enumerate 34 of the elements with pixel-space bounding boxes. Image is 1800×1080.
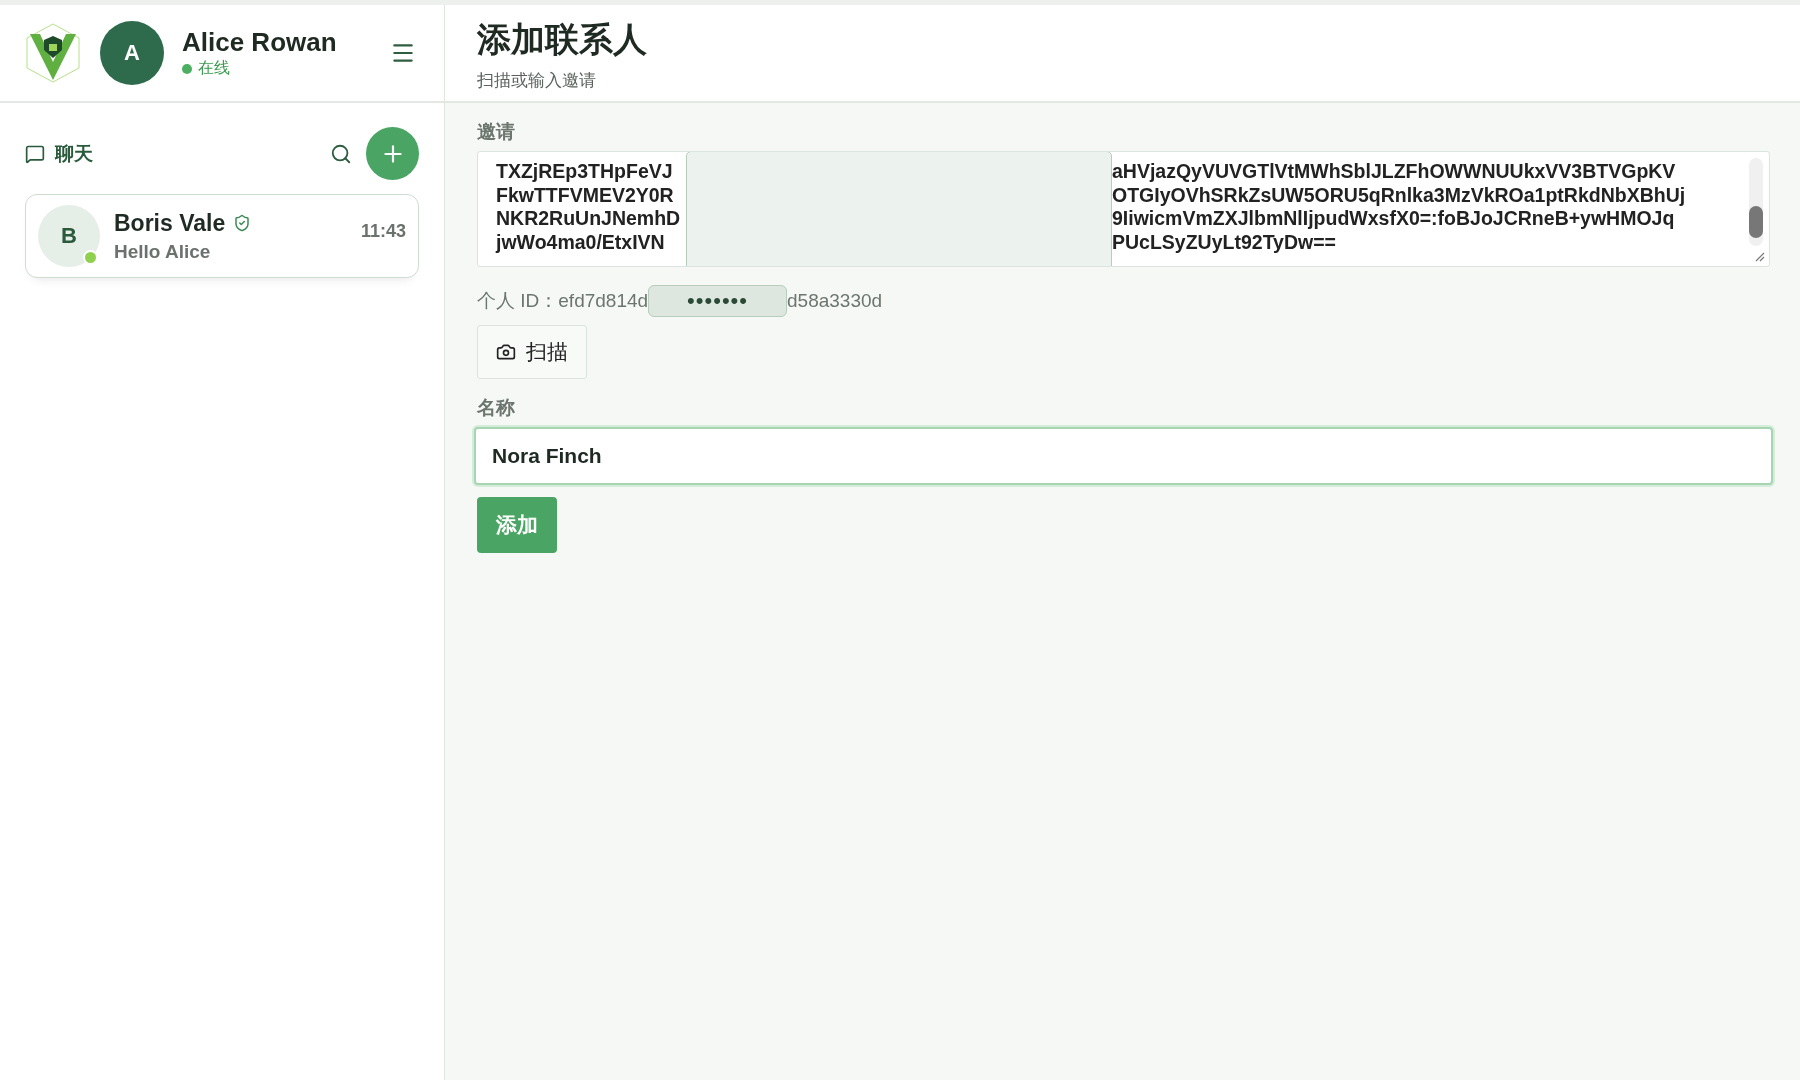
invite-text: NKR2RuUnJNemhD: [496, 207, 682, 231]
name-field[interactable]: Nora Finch: [474, 427, 1773, 485]
invite-text: FkwTTFVMEV2Y0R: [496, 183, 675, 207]
shield-logo-icon: [24, 22, 82, 84]
scrollbar-thumb[interactable]: [1749, 206, 1763, 238]
invite-text: aHVjazQyVUVGTlVtMWhSblJLZFhOWWNUUkxVV3BTVGpKV: [1112, 160, 1677, 184]
message-time: 11:43: [360, 221, 406, 242]
invite-text: 9IiwicmVmZXJlbmNlIjpudWxsfX0=:foBJoJCRneB+ywHMOJq: [1112, 207, 1676, 231]
contact-avatar: B: [38, 205, 100, 267]
status-text: 在线: [198, 58, 230, 78]
invite-text: TXZjREp3THpFeVJ: [496, 160, 674, 184]
search-icon: [330, 142, 352, 165]
section-title: 聊天: [55, 141, 94, 166]
page-subtitle: 扫描或输入邀请: [477, 70, 597, 92]
personal-id-text: d58a3330d: [787, 290, 883, 312]
message-preview: Hello Alice: [114, 240, 212, 263]
resize-grip-icon[interactable]: [1753, 250, 1765, 262]
page-title: 添加联系人: [477, 19, 648, 60]
personal-id-text: 个人 ID：efd7d814d: [477, 289, 649, 313]
field-label: 名称: [477, 396, 515, 420]
invite-text: OTGIyOVhSRkZsUW5ORU5qRnlka3MzVkROa1ptRkdNbXBhUj: [1112, 183, 1686, 207]
field-label: 邀请: [477, 120, 515, 144]
camera-icon: [496, 342, 516, 362]
chat-bubble-icon: [25, 143, 45, 164]
invite-text: PUcLSyZUyLt92TyDw==: [1112, 230, 1337, 254]
invite-field[interactable]: [477, 151, 1770, 267]
scan-button[interactable]: 扫描: [477, 325, 587, 379]
contact-name: Boris Vale: [114, 209, 226, 237]
user-name: Alice Rowan: [182, 27, 338, 58]
chat-item[interactable]: B Boris Vale Hello Alice 11:43: [25, 194, 419, 278]
new-chat-button[interactable]: [366, 127, 419, 180]
masked-id: •••••••: [648, 285, 788, 317]
invite-text: jwWo4ma0/EtxIVN: [496, 230, 666, 254]
user-avatar: A: [100, 21, 164, 85]
